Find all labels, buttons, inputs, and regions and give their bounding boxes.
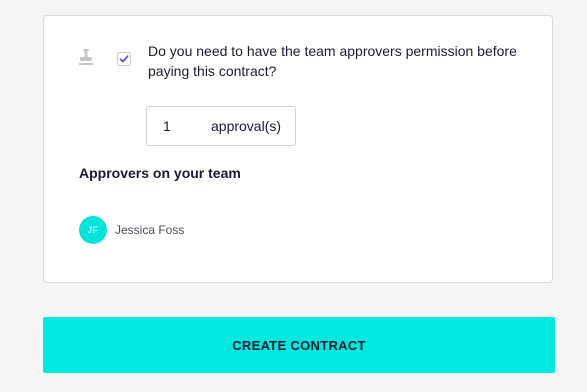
- approval-question: Do you need to have the team approvers p…: [148, 43, 517, 79]
- stamp-icon: [78, 49, 94, 67]
- approvals-unit-label: approval(s): [211, 118, 282, 134]
- approval-required-checkbox[interactable]: [117, 52, 131, 66]
- approvals-count-field[interactable]: 1 approval(s): [146, 106, 296, 146]
- approvals-count-value: 1: [163, 118, 171, 134]
- approval-settings-card: Do you need to have the team approvers p…: [43, 15, 553, 283]
- approvers-section-title: Approvers on your team: [79, 165, 241, 181]
- approver-item: JF Jessica Foss: [79, 216, 184, 244]
- create-contract-button[interactable]: CREATE CONTRACT: [43, 317, 555, 373]
- approver-name: Jessica Foss: [115, 223, 185, 237]
- check-icon: [119, 55, 129, 63]
- avatar: JF: [79, 216, 107, 244]
